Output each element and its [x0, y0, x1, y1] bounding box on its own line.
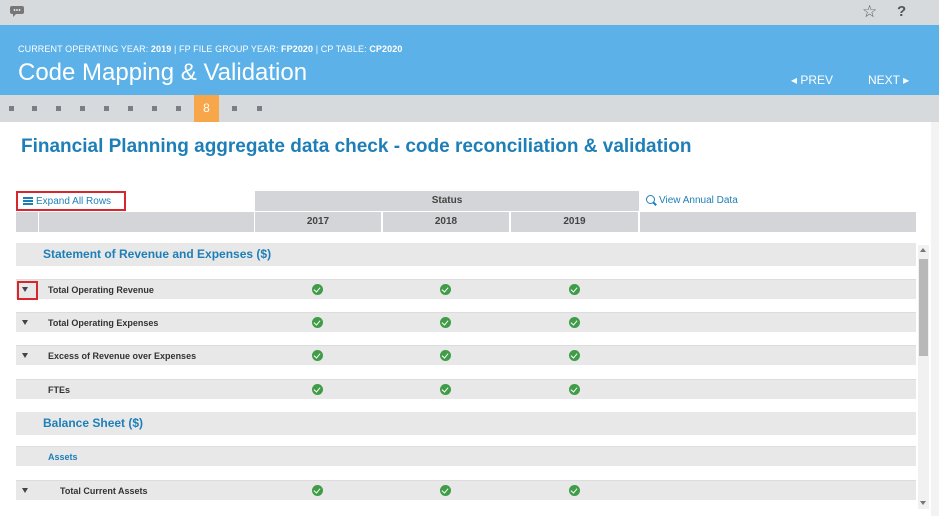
row-label: Total Operating Revenue [48, 285, 154, 295]
context-cp: CP2020 [369, 44, 403, 54]
check-icon [569, 485, 580, 496]
year-2017-header: 2017 [255, 212, 381, 232]
year-2019-header: 2019 [511, 212, 638, 232]
view-annual-data-link[interactable]: View Annual Data [646, 195, 738, 206]
subhead-caret-col [16, 212, 38, 232]
check-icon [312, 485, 323, 496]
check-icon [569, 317, 580, 328]
step-navigator [0, 95, 939, 122]
context-sep1: | FP FILE GROUP YEAR: [171, 44, 282, 54]
status-header: Status [255, 191, 639, 211]
step-4[interactable] [80, 106, 85, 111]
scroll-up-icon[interactable] [920, 248, 926, 252]
top-utility-bar: ☆ ? [0, 0, 939, 25]
section-heading: Financial Planning aggregate data check … [21, 136, 692, 157]
check-icon [569, 384, 580, 395]
table-row[interactable]: Total Operating Expenses [16, 312, 916, 332]
table-row: Assets [16, 446, 916, 466]
year-2018-header: 2018 [383, 212, 509, 232]
check-icon [312, 284, 323, 295]
scrollbar-thumb[interactable] [919, 259, 928, 356]
row-label: FTEs [48, 385, 71, 395]
context-year: 2019 [150, 44, 172, 54]
page-header: CURRENT OPERATING YEAR: 2019 | FP FILE G… [0, 25, 939, 95]
expand-all-label: Expand All Rows [36, 196, 112, 207]
table-row: FTEs [16, 379, 916, 399]
row-label: Excess of Revenue over Expenses [48, 351, 197, 361]
context-label-year: CURRENT OPERATING YEAR: [18, 44, 151, 54]
step-10[interactable] [257, 106, 262, 111]
page-title: Code Mapping & Validation [18, 59, 308, 86]
context-sep2: | CP TABLE: [313, 44, 370, 54]
subhead-blank-col [640, 212, 916, 232]
table-row[interactable]: Total Operating Revenue [16, 279, 916, 300]
star-icon[interactable]: ☆ [862, 2, 877, 22]
chevron-down-icon[interactable] [22, 287, 28, 292]
scroll-down-icon[interactable] [920, 501, 926, 505]
step-5[interactable] [104, 106, 109, 111]
step-6[interactable] [128, 106, 133, 111]
step-2[interactable] [32, 106, 37, 111]
prev-button[interactable]: ◂ PREV [791, 73, 833, 87]
validation-grid: Statement of Revenue and Expenses ($) To… [16, 238, 916, 510]
row-label-subgroup: Assets [48, 452, 78, 462]
expand-all-rows-button[interactable]: Expand All Rows [16, 191, 126, 211]
view-annual-label: View Annual Data [659, 195, 738, 206]
check-icon [440, 350, 451, 361]
table-row[interactable]: Excess of Revenue over Expenses [16, 345, 916, 365]
check-icon [440, 485, 451, 496]
step-current[interactable]: 8 [194, 95, 219, 122]
check-icon [312, 317, 323, 328]
step-1[interactable] [9, 106, 14, 111]
table-row[interactable]: Total Current Assets [16, 480, 916, 500]
page-scrollbar[interactable] [931, 122, 939, 516]
check-icon [569, 284, 580, 295]
help-icon[interactable]: ? [897, 3, 906, 20]
context-line: CURRENT OPERATING YEAR: 2019 | FP FILE G… [18, 44, 402, 54]
chevron-down-icon[interactable] [22, 320, 28, 325]
chevron-down-icon[interactable] [22, 488, 28, 493]
search-icon [646, 195, 655, 204]
step-3[interactable] [56, 106, 61, 111]
chat-bubble-icon[interactable] [10, 5, 24, 17]
context-fp: FP2020 [281, 44, 314, 54]
check-icon [440, 284, 451, 295]
check-icon [312, 384, 323, 395]
check-icon [440, 317, 451, 328]
row-label: Total Operating Expenses [48, 318, 159, 328]
step-7[interactable] [152, 106, 157, 111]
grid-scrollbar[interactable] [918, 245, 929, 509]
check-icon [312, 350, 323, 361]
check-icon [440, 384, 451, 395]
chevron-down-icon[interactable] [22, 353, 28, 358]
row-label: Total Current Assets [60, 486, 148, 496]
subhead-label-col [39, 212, 254, 232]
group-header-revenue: Statement of Revenue and Expenses ($) [16, 243, 916, 266]
group-header-balance-sheet: Balance Sheet ($) [16, 412, 916, 435]
list-icon [23, 197, 33, 205]
step-9[interactable] [232, 106, 237, 111]
next-button[interactable]: NEXT ▸ [868, 73, 909, 87]
step-7b[interactable] [176, 106, 181, 111]
check-icon [569, 350, 580, 361]
